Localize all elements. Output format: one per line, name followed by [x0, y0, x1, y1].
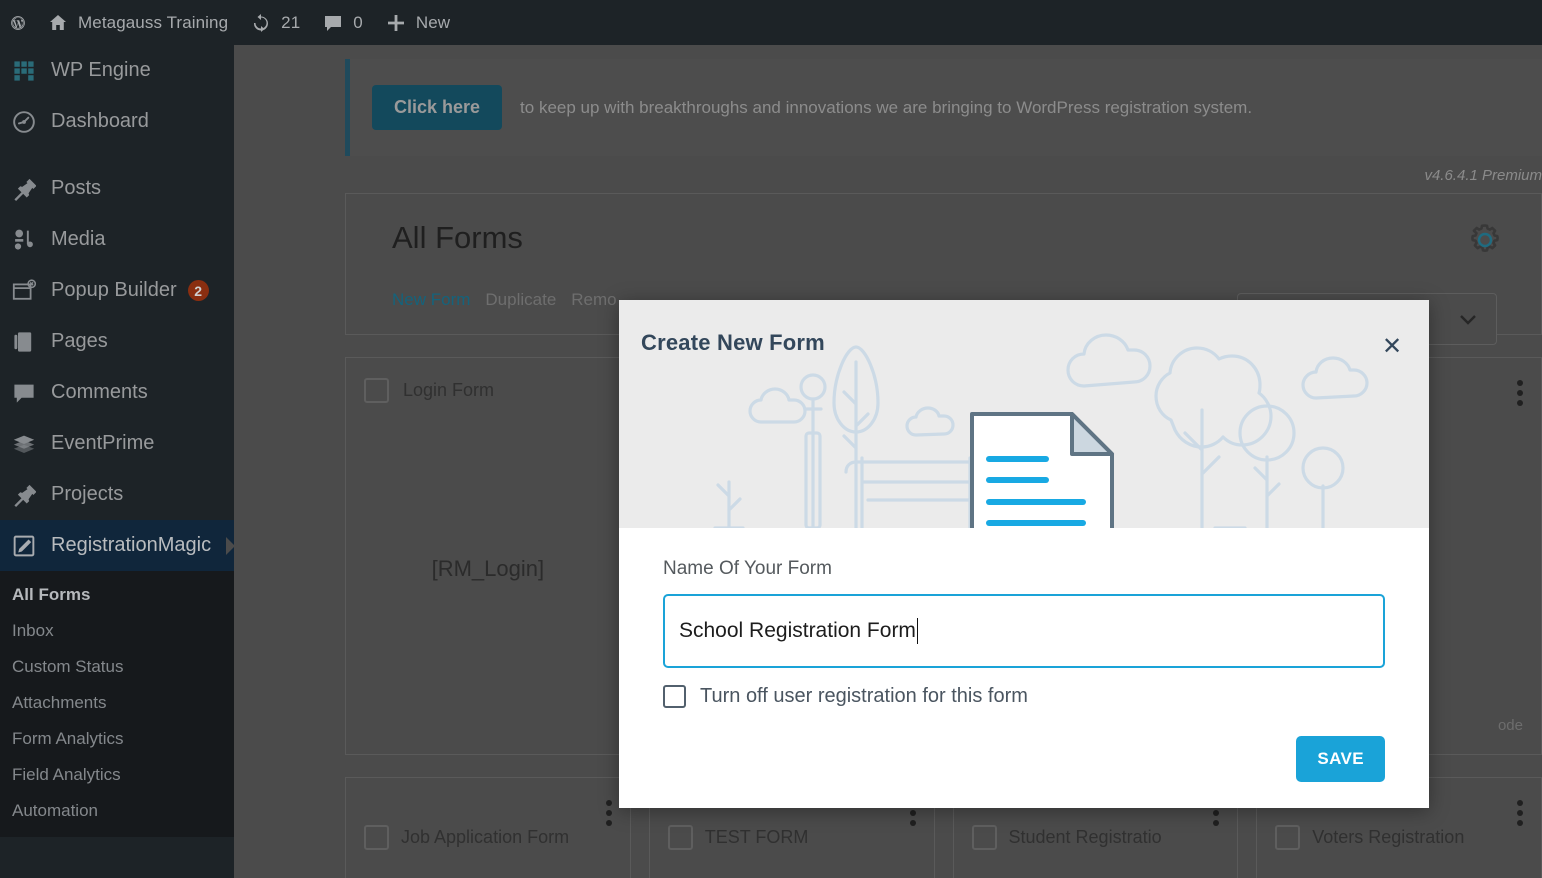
modal-header: Create New Form ✕: [619, 300, 1429, 528]
modal-title: Create New Form: [641, 330, 825, 356]
form-name-input[interactable]: School Registration Form: [663, 594, 1385, 668]
save-button[interactable]: SAVE: [1296, 736, 1385, 782]
turn-off-registration-label: Turn off user registration for this form: [700, 685, 1028, 708]
text-cursor: [917, 618, 919, 644]
turn-off-registration-row[interactable]: Turn off user registration for this form: [663, 685, 1385, 708]
turn-off-registration-checkbox[interactable]: [663, 685, 686, 708]
modal-body: Name Of Your Form School Registration Fo…: [619, 528, 1429, 708]
form-name-value: School Registration Form: [679, 619, 916, 643]
create-new-form-dialog: Create New Form ✕ Name Of Your Form Scho…: [619, 300, 1429, 808]
close-icon[interactable]: ✕: [1379, 333, 1405, 359]
form-name-label: Name Of Your Form: [663, 558, 1385, 580]
modal-footer: SAVE: [1296, 736, 1385, 782]
